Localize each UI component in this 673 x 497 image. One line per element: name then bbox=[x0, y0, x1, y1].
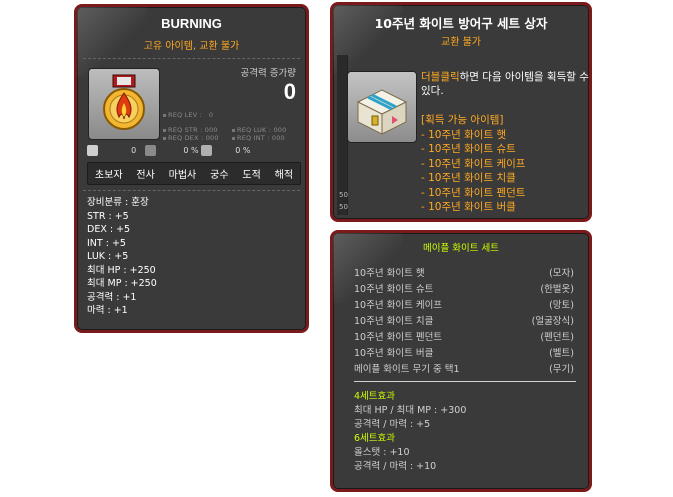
set-item-row: 10주년 화이트 펜던트 (펜던트) bbox=[354, 332, 574, 343]
upgrade-stats-row: 0 0 % 0 % bbox=[87, 145, 250, 156]
treasure-box-icon bbox=[347, 71, 417, 143]
req-dex: REQ DEX : 000 bbox=[163, 134, 219, 142]
set-item-row: 10주년 화이트 슈트 (한벌옷) bbox=[354, 284, 574, 295]
job-warrior: 전사 bbox=[136, 170, 155, 181]
item-stats: 장비분류 : 훈장 STR : +5 DEX : +5 INT : +5 LUK… bbox=[87, 196, 157, 318]
set-item-row: 메이플 화이트 무기 중 택1 (무기) bbox=[354, 364, 574, 375]
req-int: REQ INT : 000 bbox=[232, 134, 285, 142]
set-title: 메이플 화이트 세트 bbox=[423, 243, 499, 254]
set-effect-line: 공격력 / 마력 : +5 bbox=[354, 419, 431, 430]
item-subtitle: 고유 아이템, 교환 불가 bbox=[143, 41, 240, 52]
potential-icon bbox=[201, 145, 213, 156]
list-item: - 10주년 화이트 햇 bbox=[421, 128, 507, 141]
job-thief: 도적 bbox=[242, 170, 261, 181]
set-effect-6-title: 6세트효과 bbox=[354, 433, 396, 444]
attack-increase-label: 공격력 증가량 bbox=[240, 68, 296, 79]
divider bbox=[83, 58, 300, 59]
stat-line: STR : +5 bbox=[87, 210, 129, 222]
job-requirement-bar: 초보자 전사 마법사 궁수 도적 해적 bbox=[87, 162, 301, 185]
set-effect-line: 공격력 / 마력 : +10 bbox=[354, 461, 437, 472]
req-luk: REQ LUK : 000 bbox=[232, 126, 286, 134]
box-description: 더블클릭하면 다음 아이템을 획득할 수 있다. bbox=[421, 71, 589, 97]
list-item: - 10주년 화이트 치클 bbox=[421, 172, 516, 184]
medal-item-icon bbox=[88, 68, 160, 140]
stat-line: DEX : +5 bbox=[87, 224, 131, 235]
job-magician: 마법사 bbox=[168, 170, 197, 181]
set-effect-line: 올스탯 : +10 bbox=[354, 447, 410, 458]
set-item-row: 10주년 화이트 버클 (벨트) bbox=[354, 348, 574, 359]
box-title: 10주년 화이트 방어구 세트 상자 bbox=[374, 16, 548, 31]
req-str: REQ STR : 000 bbox=[163, 126, 218, 134]
stat-line: 최대 HP : +250 bbox=[87, 264, 156, 276]
set-divider bbox=[354, 381, 576, 382]
box-tooltip: 10주년 화이트 방어구 세트 상자 교환 불가 50 50 더블클릭하면 다음… bbox=[330, 2, 592, 222]
divider bbox=[83, 190, 300, 191]
attack-increase-value: 0 bbox=[283, 79, 296, 104]
set-effect-4-title: 4세트효과 bbox=[354, 391, 396, 402]
list-item: - 10주년 화이트 케이프 bbox=[421, 157, 526, 170]
set-effect-line: 최대 HP / 최대 MP : +300 bbox=[354, 405, 467, 416]
job-archer: 궁수 bbox=[210, 170, 229, 181]
job-beginner: 초보자 bbox=[94, 170, 123, 181]
stat-line: LUK : +5 bbox=[87, 251, 129, 262]
set-item-row: 10주년 화이트 햇 (모자) bbox=[354, 268, 574, 279]
stat-line: 최대 MP : +250 bbox=[87, 278, 157, 289]
item-tooltip: BURNING 고유 아이템, 교환 불가 공격력 증가량 0 REQ LEV … bbox=[74, 4, 309, 333]
hammer-icon bbox=[145, 145, 157, 156]
stat-line: 마력 : +1 bbox=[87, 305, 128, 316]
req-level: REQ LEV : 0 bbox=[163, 111, 213, 119]
set-item-row: 10주년 화이트 케이프 (망토) bbox=[354, 300, 574, 311]
list-item: - 10주년 화이트 펜던트 bbox=[421, 186, 526, 199]
list-item: - 10주년 화이트 버클 bbox=[421, 201, 516, 213]
list-item: - 10주년 화이트 슈트 bbox=[421, 143, 516, 155]
list-header: [획득 가능 아이템] bbox=[421, 114, 504, 126]
item-title: BURNING bbox=[161, 16, 222, 31]
set-tooltip: 메이플 화이트 세트 10주년 화이트 햇 (모자) 10주년 화이트 슈트 (한벌… bbox=[330, 230, 592, 492]
box-subtitle: 교환 불가 bbox=[441, 37, 481, 48]
job-pirate: 해적 bbox=[274, 170, 294, 181]
stat-line: 장비분류 : 훈장 bbox=[87, 197, 149, 208]
stat-line: 공격력 : +1 bbox=[87, 291, 137, 303]
upgrade-slot-icon bbox=[87, 145, 98, 156]
set-item-row: 10주년 화이트 치클 (얼굴장식) bbox=[354, 316, 574, 327]
stat-line: INT : +5 bbox=[87, 237, 126, 249]
obtainable-items-list: [획득 가능 아이템] - 10주년 화이트 햇 - 10주년 화이트 슈트 -… bbox=[421, 113, 525, 215]
